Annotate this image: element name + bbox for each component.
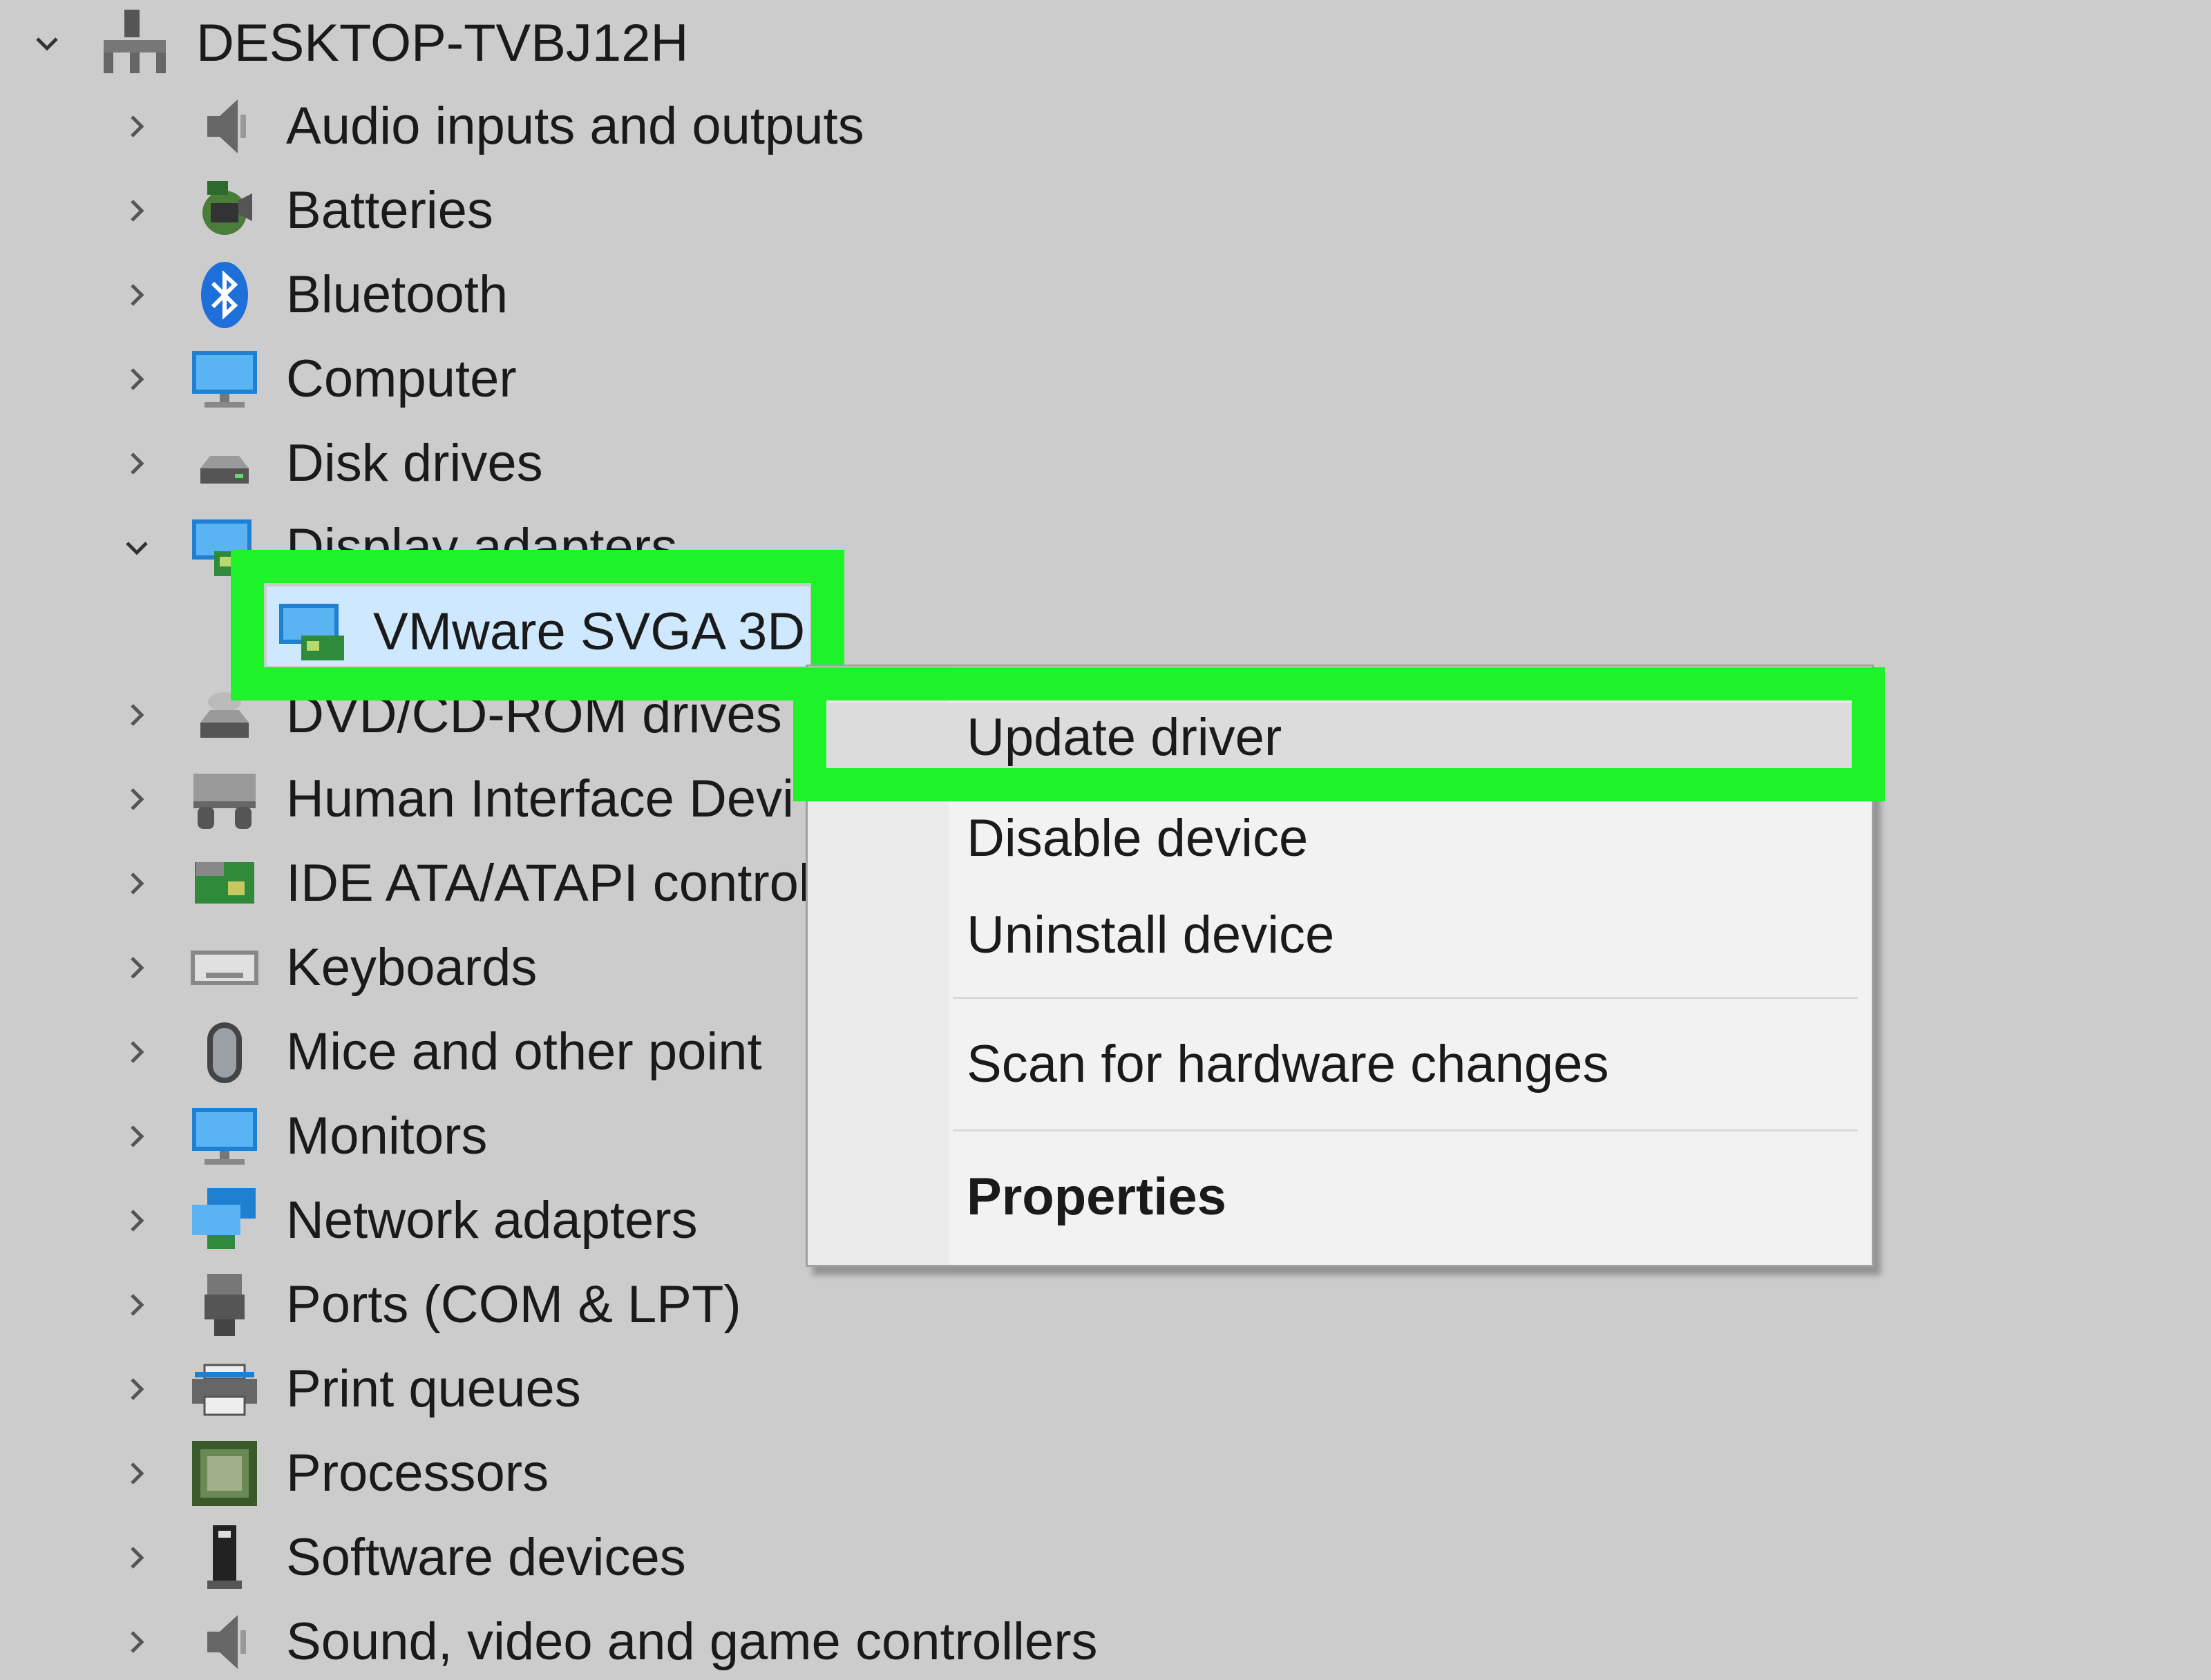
disk-drive-icon: [187, 426, 263, 502]
tree-item-human-interface-devi[interactable]: Human Interface Devi: [0, 761, 829, 837]
tree-item-label: Bluetooth: [286, 265, 509, 324]
tree-item-label: Computer: [286, 350, 517, 408]
printer-icon: [187, 1351, 263, 1427]
chevron-right-icon[interactable]: [116, 1453, 158, 1494]
menu-separator: [953, 1129, 1858, 1132]
mouse-icon: [187, 1014, 263, 1090]
monitor-icon: [187, 341, 263, 417]
menu-item-uninstall-device[interactable]: Uninstall device: [808, 886, 1872, 983]
tree-item-software-devices[interactable]: Software devices: [0, 1520, 829, 1596]
tree-item-label: Disk drives: [286, 434, 543, 493]
tree-item-label: Processors: [286, 1444, 549, 1502]
tree-item-label: Keyboards: [286, 938, 538, 997]
tree-item-audio-inputs-and-outputs[interactable]: Audio inputs and outputs: [0, 88, 864, 164]
chevron-right-icon[interactable]: [116, 779, 158, 820]
menu-separator: [953, 997, 1858, 999]
tree-root-label: DESKTOP-TVBJ12H: [196, 14, 689, 73]
tree-item-sound-video-and-game-controllers[interactable]: Sound, video and game controllers: [0, 1604, 1098, 1680]
chevron-right-icon[interactable]: [116, 1621, 158, 1663]
tree-item-ide-ata-atapi-controll[interactable]: IDE ATA/ATAPI controll: [0, 846, 829, 922]
tree-item-keyboards[interactable]: Keyboards: [0, 930, 829, 1006]
network-adapter-icon: [187, 1183, 263, 1259]
ide-controller-icon: [187, 846, 263, 922]
tree-item-label: Sound, video and game controllers: [286, 1612, 1098, 1671]
speaker-icon: [187, 1604, 263, 1680]
tree-item-label: Software devices: [286, 1528, 686, 1587]
tree-item-processors[interactable]: Processors: [0, 1435, 829, 1511]
tree-item-label: Print queues: [286, 1359, 581, 1418]
chevron-down-icon[interactable]: [116, 527, 158, 569]
chevron-down-icon[interactable]: [26, 23, 68, 64]
menu-item-label: Scan for hardware changes: [967, 1034, 1609, 1094]
hid-icon: [187, 761, 263, 837]
chevron-right-icon[interactable]: [116, 443, 158, 484]
tree-item-label: IDE ATA/ATAPI controll: [286, 854, 822, 913]
tree-item-network-adapters[interactable]: Network adapters: [0, 1183, 829, 1259]
chevron-right-icon[interactable]: [116, 1368, 158, 1410]
tree-item-label: Mice and other point: [286, 1022, 762, 1081]
tree-item-label: Audio inputs and outputs: [286, 97, 864, 155]
menu-item-label: Disable device: [967, 808, 1309, 868]
tree-root[interactable]: DESKTOP-TVBJ12H: [0, 6, 691, 82]
menu-item-scan-hardware[interactable]: Scan for hardware changes: [808, 1012, 1872, 1116]
tree-item-label: Ports (COM & LPT): [286, 1275, 741, 1334]
chevron-right-icon[interactable]: [116, 274, 158, 316]
keyboard-icon: [187, 930, 263, 1006]
tree-item-ports-com-lpt[interactable]: Ports (COM & LPT): [0, 1267, 829, 1343]
chevron-right-icon[interactable]: [116, 359, 158, 400]
software-device-icon: [187, 1520, 263, 1596]
battery-icon: [187, 173, 263, 249]
highlight-update-driver: [793, 667, 1885, 801]
computer-network-icon: [97, 6, 173, 82]
tree-item-label: Network adapters: [286, 1191, 698, 1250]
tree-item-label: Human Interface Devi: [286, 770, 794, 828]
monitor-icon: [187, 1098, 263, 1174]
bluetooth-icon: [187, 257, 263, 333]
tree-item-batteries[interactable]: Batteries: [0, 173, 829, 249]
chevron-right-icon[interactable]: [116, 863, 158, 904]
menu-item-label: Uninstall device: [967, 905, 1335, 964]
chevron-right-icon[interactable]: [116, 1200, 158, 1241]
speaker-icon: [187, 88, 263, 164]
highlight-selected-device: [231, 550, 844, 700]
processor-icon: [187, 1435, 263, 1511]
chevron-right-icon[interactable]: [116, 1537, 158, 1578]
chevron-right-icon[interactable]: [116, 1284, 158, 1326]
tree-item-print-queues[interactable]: Print queues: [0, 1351, 829, 1427]
tree-item-bluetooth[interactable]: Bluetooth: [0, 257, 829, 333]
menu-item-label: Properties: [967, 1167, 1226, 1226]
chevron-right-icon[interactable]: [116, 1116, 158, 1157]
tree-item-label: Batteries: [286, 181, 493, 240]
chevron-right-icon[interactable]: [116, 694, 158, 736]
chevron-right-icon[interactable]: [116, 106, 158, 147]
chevron-right-icon[interactable]: [116, 1031, 158, 1073]
menu-item-properties[interactable]: Properties: [808, 1145, 1872, 1248]
menu-item-disable-device[interactable]: Disable device: [808, 790, 1872, 886]
tree-item-monitors[interactable]: Monitors: [0, 1098, 829, 1174]
tree-item-computer[interactable]: Computer: [0, 341, 829, 417]
chevron-right-icon[interactable]: [116, 190, 158, 231]
chevron-right-icon[interactable]: [116, 947, 158, 989]
tree-item-label: Monitors: [286, 1107, 488, 1165]
port-icon: [187, 1267, 263, 1343]
tree-item-mice-and-other-point[interactable]: Mice and other point: [0, 1014, 829, 1090]
tree-item-disk-drives[interactable]: Disk drives: [0, 426, 829, 502]
